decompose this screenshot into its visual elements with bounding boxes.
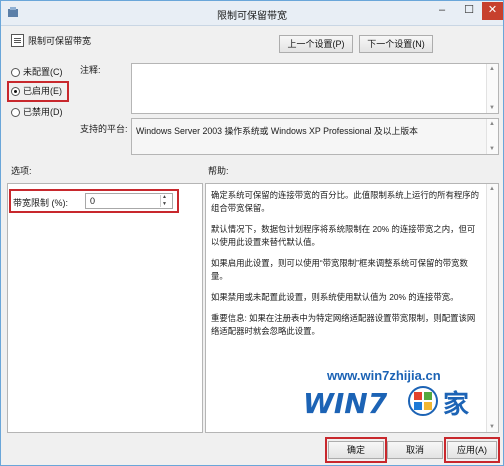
prev-setting-button[interactable]: 上一个设置(P) bbox=[279, 35, 353, 53]
platform-value: Windows Server 2003 操作系统或 Windows XP Pro… bbox=[136, 126, 418, 136]
options-label: 选项: bbox=[11, 166, 32, 176]
radio-not-configured[interactable]: 未配置(C) bbox=[11, 66, 63, 80]
help-paragraph: 如果禁用或未配置此设置，则系统使用默认值为 20% 的连接带宽。 bbox=[211, 292, 459, 302]
scroll-down-arrow-icon[interactable]: ▼ bbox=[489, 105, 495, 111]
window-title: 限制可保留带宽 bbox=[217, 11, 287, 22]
radio-disabled-circle[interactable] bbox=[11, 108, 20, 118]
watermark-logo-suffix: 家 bbox=[443, 389, 469, 420]
enabled-highlight bbox=[7, 81, 69, 102]
comment-value bbox=[132, 64, 498, 68]
scroll-down-arrow-icon[interactable]: ▼ bbox=[489, 146, 495, 152]
comment-scrollbar[interactable]: ▲ ▼ bbox=[486, 64, 498, 113]
scroll-up-arrow-icon[interactable]: ▲ bbox=[489, 186, 495, 192]
close-button[interactable]: ✕ bbox=[482, 2, 503, 20]
setting-name: 限制可保留带宽 bbox=[28, 36, 92, 46]
help-label: 帮助: bbox=[208, 166, 229, 176]
scroll-up-arrow-icon[interactable]: ▲ bbox=[489, 66, 495, 72]
radio-disabled[interactable]: 已禁用(D) bbox=[11, 106, 63, 120]
next-setting-button[interactable]: 下一个设置(N) bbox=[359, 35, 433, 53]
platform-scrollbar[interactable]: ▲ ▼ bbox=[486, 119, 498, 154]
platform-label: 支持的平台: bbox=[80, 124, 128, 134]
watermark-logo-text: WIN7 bbox=[303, 387, 388, 420]
comment-textbox[interactable]: ▲ ▼ bbox=[131, 63, 499, 114]
title-bar[interactable]: 限制可保留带宽 – ☐ ✕ bbox=[1, 1, 503, 26]
help-paragraph: 如果启用此设置，则可以使用“带宽限制”框来调整系统可保留的带宽数量。 bbox=[211, 258, 468, 281]
policy-dialog: 限制可保留带宽 – ☐ ✕ 限制可保留带宽 上一个设置(P) 下一个设置(N) … bbox=[0, 0, 504, 466]
scroll-down-arrow-icon[interactable]: ▼ bbox=[489, 424, 495, 430]
comment-label: 注释: bbox=[80, 65, 101, 75]
radio-not-configured-label: 未配置(C) bbox=[23, 67, 63, 77]
help-paragraph: 默认情况下，数据包计划程序将系统限制在 20% 的连接带宽之内，但可以使用此设置… bbox=[211, 224, 476, 247]
scroll-up-arrow-icon[interactable]: ▲ bbox=[489, 121, 495, 127]
help-paragraph: 重要信息: 如果在注册表中为特定网络适配器设置带宽限制，则配置该网络适配器时就会… bbox=[211, 313, 476, 336]
help-paragraph: 确定系统可保留的连接带宽的百分比。此值限制系统上运行的所有程序的组合带宽保留。 bbox=[211, 190, 479, 213]
ok-highlight bbox=[325, 437, 387, 463]
help-text: 确定系统可保留的连接带宽的百分比。此值限制系统上运行的所有程序的组合带宽保留。 … bbox=[211, 189, 483, 346]
platform-box: Windows Server 2003 操作系统或 Windows XP Pro… bbox=[131, 118, 499, 155]
maximize-button[interactable]: ☐ bbox=[456, 2, 482, 20]
watermark-logo: WIN7 家 bbox=[303, 386, 469, 420]
apply-highlight bbox=[444, 437, 500, 463]
watermark-url: www.win7zhijia.cn bbox=[327, 368, 441, 383]
setting-icon bbox=[11, 34, 24, 47]
radio-disabled-label: 已禁用(D) bbox=[23, 107, 63, 117]
minimize-button[interactable]: – bbox=[429, 2, 455, 20]
bandwidth-highlight bbox=[9, 189, 179, 213]
radio-not-configured-circle[interactable] bbox=[11, 68, 20, 78]
options-panel: 带宽限制 (%): 0 ▲ ▼ bbox=[7, 183, 203, 433]
cancel-button[interactable]: 取消 bbox=[387, 441, 443, 459]
